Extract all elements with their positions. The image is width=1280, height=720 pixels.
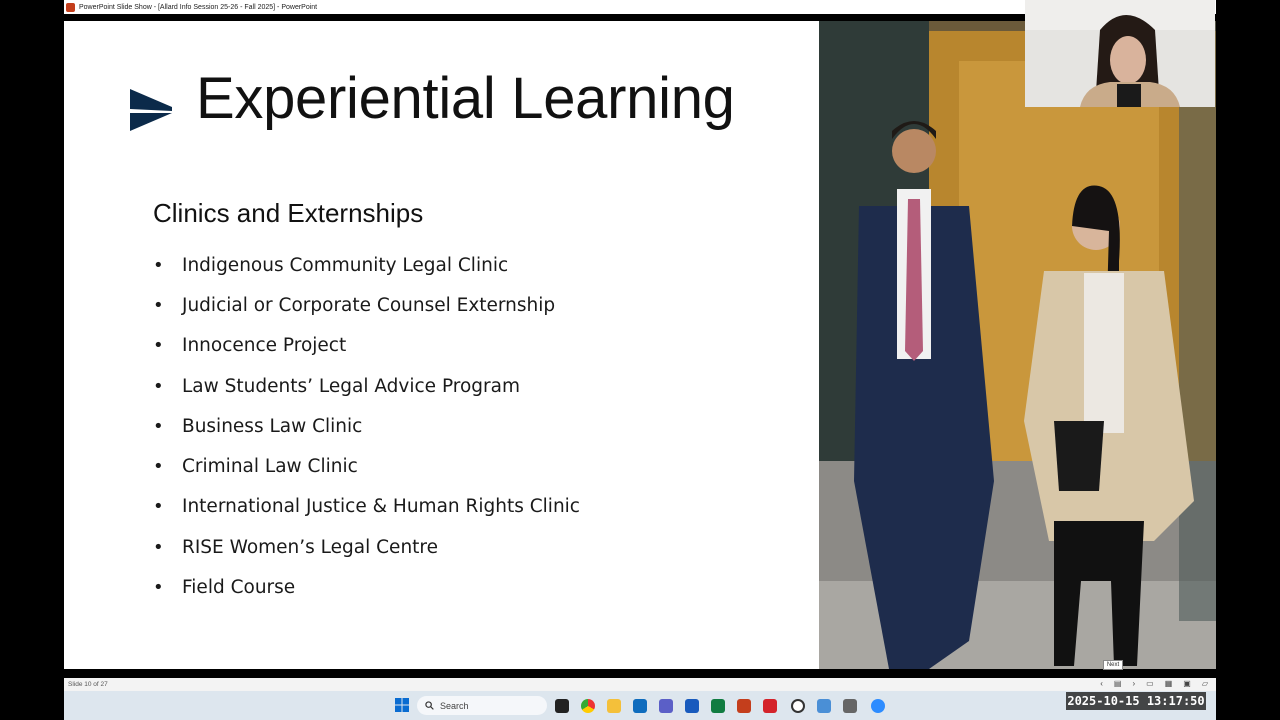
- file-explorer-icon[interactable]: [607, 699, 621, 713]
- slideshow-view-icon[interactable]: ▱: [1202, 679, 1208, 688]
- bullet-dot: •: [153, 536, 164, 558]
- teams-icon[interactable]: [659, 699, 673, 713]
- slide-sorter-icon[interactable]: ▦: [1165, 679, 1173, 688]
- task-view-icon[interactable]: [555, 699, 569, 713]
- list-item: • Law Students’ Legal Advice Program: [153, 375, 520, 397]
- search-placeholder: Search: [440, 700, 469, 711]
- zoom-icon[interactable]: [871, 699, 885, 713]
- bullet-dot: •: [153, 496, 164, 518]
- list-item: • Innocence Project: [153, 335, 347, 357]
- list-item: • Judicial or Corporate Counsel Externshi…: [153, 294, 556, 316]
- taskbar-search[interactable]: Search: [417, 696, 547, 715]
- powerpoint-taskbar-icon[interactable]: [737, 699, 751, 713]
- bullet-dot: •: [153, 375, 164, 397]
- timestamp-overlay: 2025-10-15 13:17:50: [1066, 692, 1206, 710]
- chrome-icon[interactable]: [581, 699, 595, 713]
- bullet-list: • Indigenous Community Legal Clinic • Judi…: [153, 245, 580, 608]
- outlook-icon[interactable]: [633, 699, 647, 713]
- normal-view-icon[interactable]: ▭: [1146, 679, 1154, 688]
- acrobat-icon[interactable]: [763, 699, 777, 713]
- list-item: • International Justice & Human Rights Cl…: [153, 496, 580, 518]
- excel-icon[interactable]: [711, 699, 725, 713]
- screen: PowerPoint Slide Show - [Allard Info Ses…: [0, 0, 1280, 720]
- list-item: • Field Course: [153, 577, 296, 599]
- list-item: • Criminal Law Clinic: [153, 456, 358, 478]
- right-letterbox: [1216, 0, 1280, 720]
- slideshow-statusbar: Slide 10 of 27 ‹ ▤ › ▭ ▦ ▣ ▱: [64, 678, 1216, 691]
- next-slide-button[interactable]: ›: [1132, 679, 1135, 688]
- presenter-webcam: [1025, 0, 1215, 107]
- calculator-icon[interactable]: [843, 699, 857, 713]
- left-letterbox: [0, 0, 64, 720]
- notes-icon[interactable]: ▤: [1114, 679, 1122, 688]
- search-icon: [425, 701, 434, 710]
- slide[interactable]: Experiential Learning Clinics and Extern…: [64, 21, 1216, 669]
- windows-start-icon[interactable]: [395, 698, 409, 712]
- allard-chevron-logo: [130, 89, 172, 131]
- list-item: • Indigenous Community Legal Clinic: [153, 254, 509, 276]
- taskbar: Search: [64, 691, 1216, 720]
- app-icon[interactable]: [817, 699, 831, 713]
- bullet-dot: •: [153, 456, 164, 478]
- word-icon[interactable]: [685, 699, 699, 713]
- list-item: • Business Law Clinic: [153, 415, 363, 437]
- slide-title: Experiential Learning: [196, 66, 735, 131]
- reading-view-icon[interactable]: ▣: [1183, 679, 1191, 688]
- next-tooltip: Next: [1103, 660, 1123, 670]
- slide-subtitle: Clinics and Externships: [153, 198, 424, 228]
- students-photo: [819, 21, 1216, 669]
- bullet-dot: •: [153, 335, 164, 357]
- powerpoint-icon: [66, 2, 75, 12]
- bullet-dot: •: [153, 294, 164, 316]
- window-title: PowerPoint Slide Show - [Allard Info Ses…: [79, 3, 318, 11]
- edge-icon[interactable]: [791, 699, 805, 713]
- slide-counter: Slide 10 of 27: [68, 681, 108, 688]
- bullet-dot: •: [153, 254, 164, 276]
- bullet-dot: •: [153, 415, 164, 437]
- previous-slide-button[interactable]: ‹: [1100, 679, 1103, 688]
- list-item: • RISE Women’s Legal Centre: [153, 536, 439, 558]
- slideshow-controls: ‹ ▤ › ▭ ▦ ▣ ▱: [1100, 679, 1208, 688]
- bullet-dot: •: [153, 577, 164, 599]
